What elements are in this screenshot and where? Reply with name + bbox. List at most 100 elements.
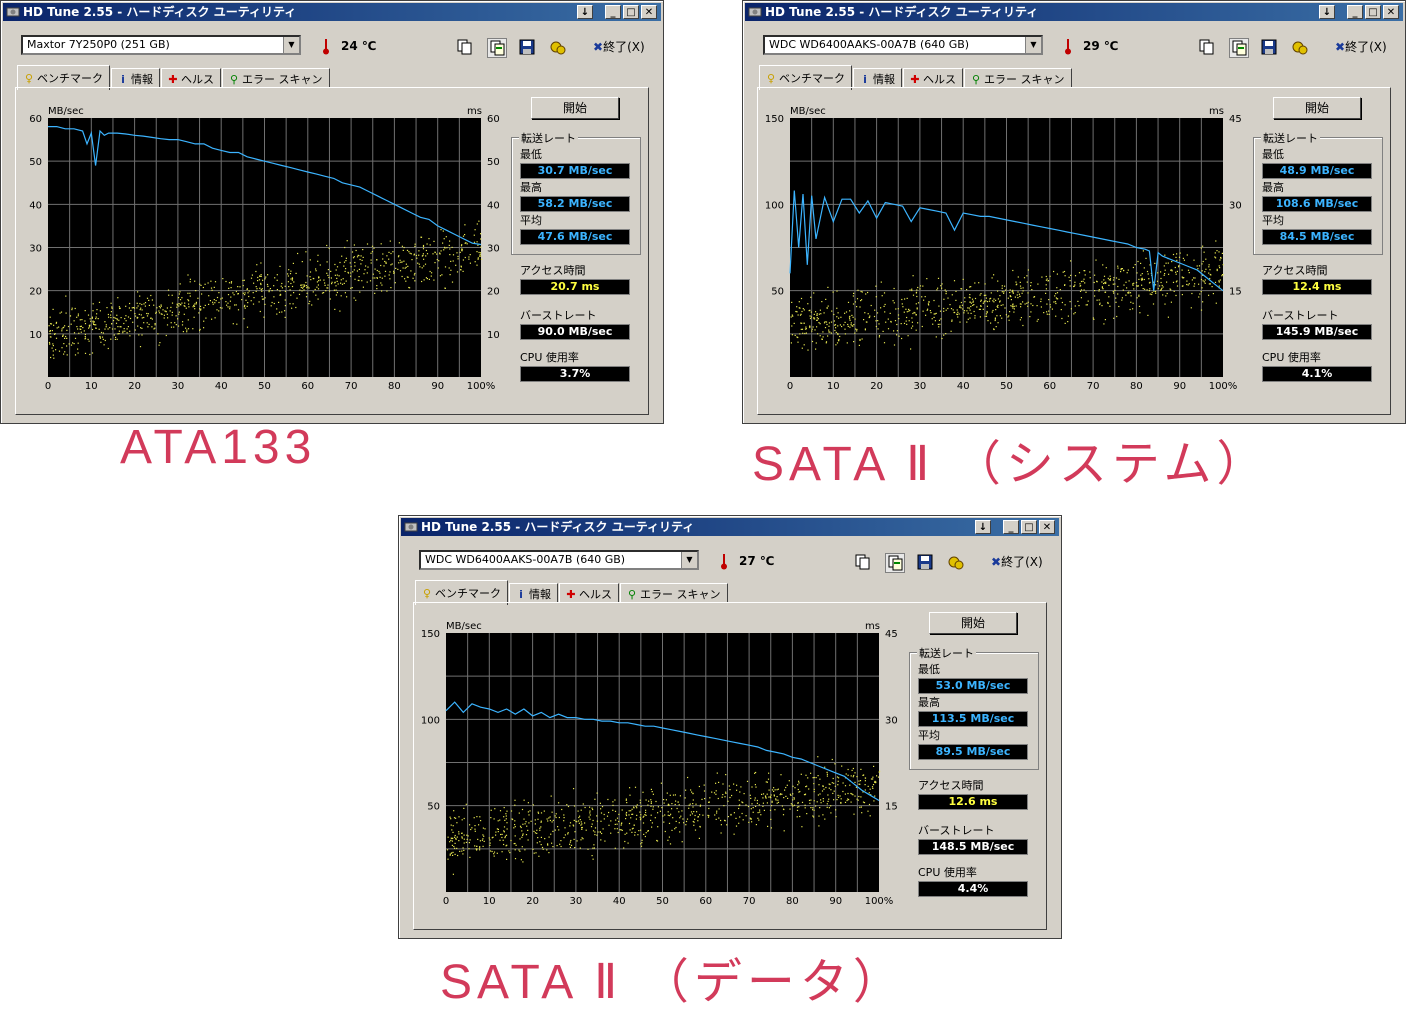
tab-info[interactable]: i 情報 bbox=[509, 583, 558, 603]
minimize-button[interactable]: _ bbox=[1003, 520, 1019, 534]
copy-icon[interactable] bbox=[455, 38, 473, 56]
access-point bbox=[62, 334, 64, 336]
title-bar[interactable]: HD Tune 2.55 - ハードディスク ユーティリティ ↓ _ □ ✕ bbox=[401, 518, 1059, 536]
tab-info[interactable]: i 情報 bbox=[111, 68, 160, 88]
x-tick: 60 bbox=[1043, 381, 1056, 392]
access-point bbox=[903, 322, 906, 324]
y-tick-right: 60 bbox=[487, 114, 500, 125]
access-point bbox=[868, 803, 871, 806]
copy-icon[interactable] bbox=[853, 553, 871, 571]
close-button[interactable]: ✕ bbox=[641, 5, 657, 19]
access-point bbox=[980, 299, 982, 301]
save-icon[interactable] bbox=[518, 38, 536, 56]
chevron-down-icon[interactable]: ▼ bbox=[1025, 37, 1041, 53]
chevron-down-icon[interactable]: ▼ bbox=[283, 37, 299, 53]
access-point bbox=[578, 816, 580, 819]
access-point bbox=[835, 327, 837, 329]
copy-all-icon[interactable] bbox=[885, 553, 905, 573]
access-point bbox=[374, 277, 376, 279]
access-point bbox=[95, 327, 97, 329]
save-icon[interactable] bbox=[916, 553, 934, 571]
access-point bbox=[505, 815, 507, 817]
tab-error-scan[interactable]: ⚲ エラー スキャン bbox=[964, 68, 1072, 88]
download-icon[interactable]: ↓ bbox=[577, 5, 593, 19]
access-point bbox=[234, 304, 236, 306]
access-point bbox=[267, 285, 269, 287]
access-point bbox=[645, 811, 647, 814]
tab-health[interactable]: ✚ ヘルス bbox=[903, 68, 963, 88]
minimize-button[interactable]: _ bbox=[605, 5, 621, 19]
minimize-button[interactable]: _ bbox=[1347, 5, 1363, 19]
title-bar[interactable]: HD Tune 2.55 - ハードディスク ユーティリティ ↓ _ □ ✕ bbox=[745, 3, 1403, 21]
save-icon[interactable] bbox=[1260, 38, 1278, 56]
close-button[interactable]: ✕ bbox=[1383, 5, 1399, 19]
access-point bbox=[1045, 288, 1047, 290]
close-button[interactable]: ✕ bbox=[1039, 520, 1055, 534]
access-point bbox=[1040, 306, 1042, 308]
access-point bbox=[875, 285, 877, 287]
access-point bbox=[214, 302, 216, 304]
exit-button[interactable]: ✖終了(X) bbox=[593, 38, 645, 55]
chevron-down-icon[interactable]: ▼ bbox=[681, 552, 697, 568]
copy-icon[interactable] bbox=[1197, 38, 1215, 56]
access-point bbox=[1113, 292, 1115, 294]
x-tick: 30 bbox=[570, 896, 583, 907]
maximize-button[interactable]: □ bbox=[1365, 5, 1381, 19]
access-point bbox=[1211, 286, 1213, 288]
access-point bbox=[768, 789, 770, 791]
options-icon[interactable] bbox=[549, 38, 567, 56]
maximize-button[interactable]: □ bbox=[1021, 520, 1037, 534]
access-point bbox=[480, 233, 482, 235]
access-point bbox=[376, 288, 378, 290]
maximize-button[interactable]: □ bbox=[623, 5, 639, 19]
access-point bbox=[129, 302, 131, 305]
download-icon[interactable]: ↓ bbox=[1319, 5, 1335, 19]
access-point bbox=[63, 353, 65, 355]
tab-info[interactable]: i 情報 bbox=[853, 68, 902, 88]
access-point bbox=[331, 281, 333, 283]
access-point bbox=[821, 338, 823, 340]
drive-select[interactable]: Maxtor 7Y250P0 (251 GB) ▼ bbox=[21, 35, 301, 55]
drive-select[interactable]: WDC WD6400AAKS-00A7B (640 GB) ▼ bbox=[419, 550, 699, 570]
start-button[interactable]: 開始 bbox=[929, 612, 1017, 634]
x-tick: 0 bbox=[443, 896, 449, 907]
drive-select[interactable]: WDC WD6400AAKS-00A7B (640 GB) ▼ bbox=[763, 35, 1043, 55]
access-point bbox=[384, 260, 386, 263]
access-point bbox=[1116, 315, 1118, 318]
access-point bbox=[603, 813, 605, 816]
access-point bbox=[501, 851, 503, 853]
access-point bbox=[805, 326, 807, 328]
tab-error-scan[interactable]: ⚲ エラー スキャン bbox=[620, 583, 728, 603]
copy-all-icon[interactable] bbox=[1229, 38, 1249, 58]
access-point bbox=[1030, 282, 1032, 284]
benchmark-chart: MB/sec ms150100504530150 10 20 30 40 50 60 70 80 9… bbox=[421, 621, 898, 907]
access-point bbox=[682, 818, 684, 820]
start-button[interactable]: 開始 bbox=[531, 97, 619, 119]
access-point bbox=[503, 843, 505, 846]
access-point bbox=[910, 327, 913, 329]
exit-button[interactable]: ✖終了(X) bbox=[1335, 38, 1387, 55]
options-icon[interactable] bbox=[947, 553, 965, 571]
access-point bbox=[652, 806, 654, 808]
access-point bbox=[406, 276, 408, 278]
access-point bbox=[1188, 272, 1190, 274]
access-point bbox=[906, 311, 908, 313]
tab-error-scan[interactable]: ⚲ エラー スキャン bbox=[222, 68, 330, 88]
access-point bbox=[87, 338, 89, 340]
tab-health[interactable]: ✚ ヘルス bbox=[161, 68, 221, 88]
exit-button[interactable]: ✖終了(X) bbox=[991, 553, 1043, 570]
access-point bbox=[334, 308, 336, 310]
title-bar[interactable]: HD Tune 2.55 - ハードディスク ユーティリティ ↓ _ □ ✕ bbox=[3, 3, 661, 21]
access-point bbox=[493, 851, 496, 853]
access-point bbox=[480, 246, 482, 248]
start-button[interactable]: 開始 bbox=[1273, 97, 1361, 119]
access-point bbox=[819, 778, 821, 780]
access-point bbox=[838, 340, 840, 342]
access-point bbox=[291, 307, 293, 309]
access-point bbox=[687, 776, 689, 779]
access-point bbox=[312, 291, 314, 293]
copy-all-icon[interactable] bbox=[487, 38, 507, 58]
tab-health[interactable]: ✚ ヘルス bbox=[559, 583, 619, 603]
options-icon[interactable] bbox=[1291, 38, 1309, 56]
download-icon[interactable]: ↓ bbox=[975, 520, 991, 534]
